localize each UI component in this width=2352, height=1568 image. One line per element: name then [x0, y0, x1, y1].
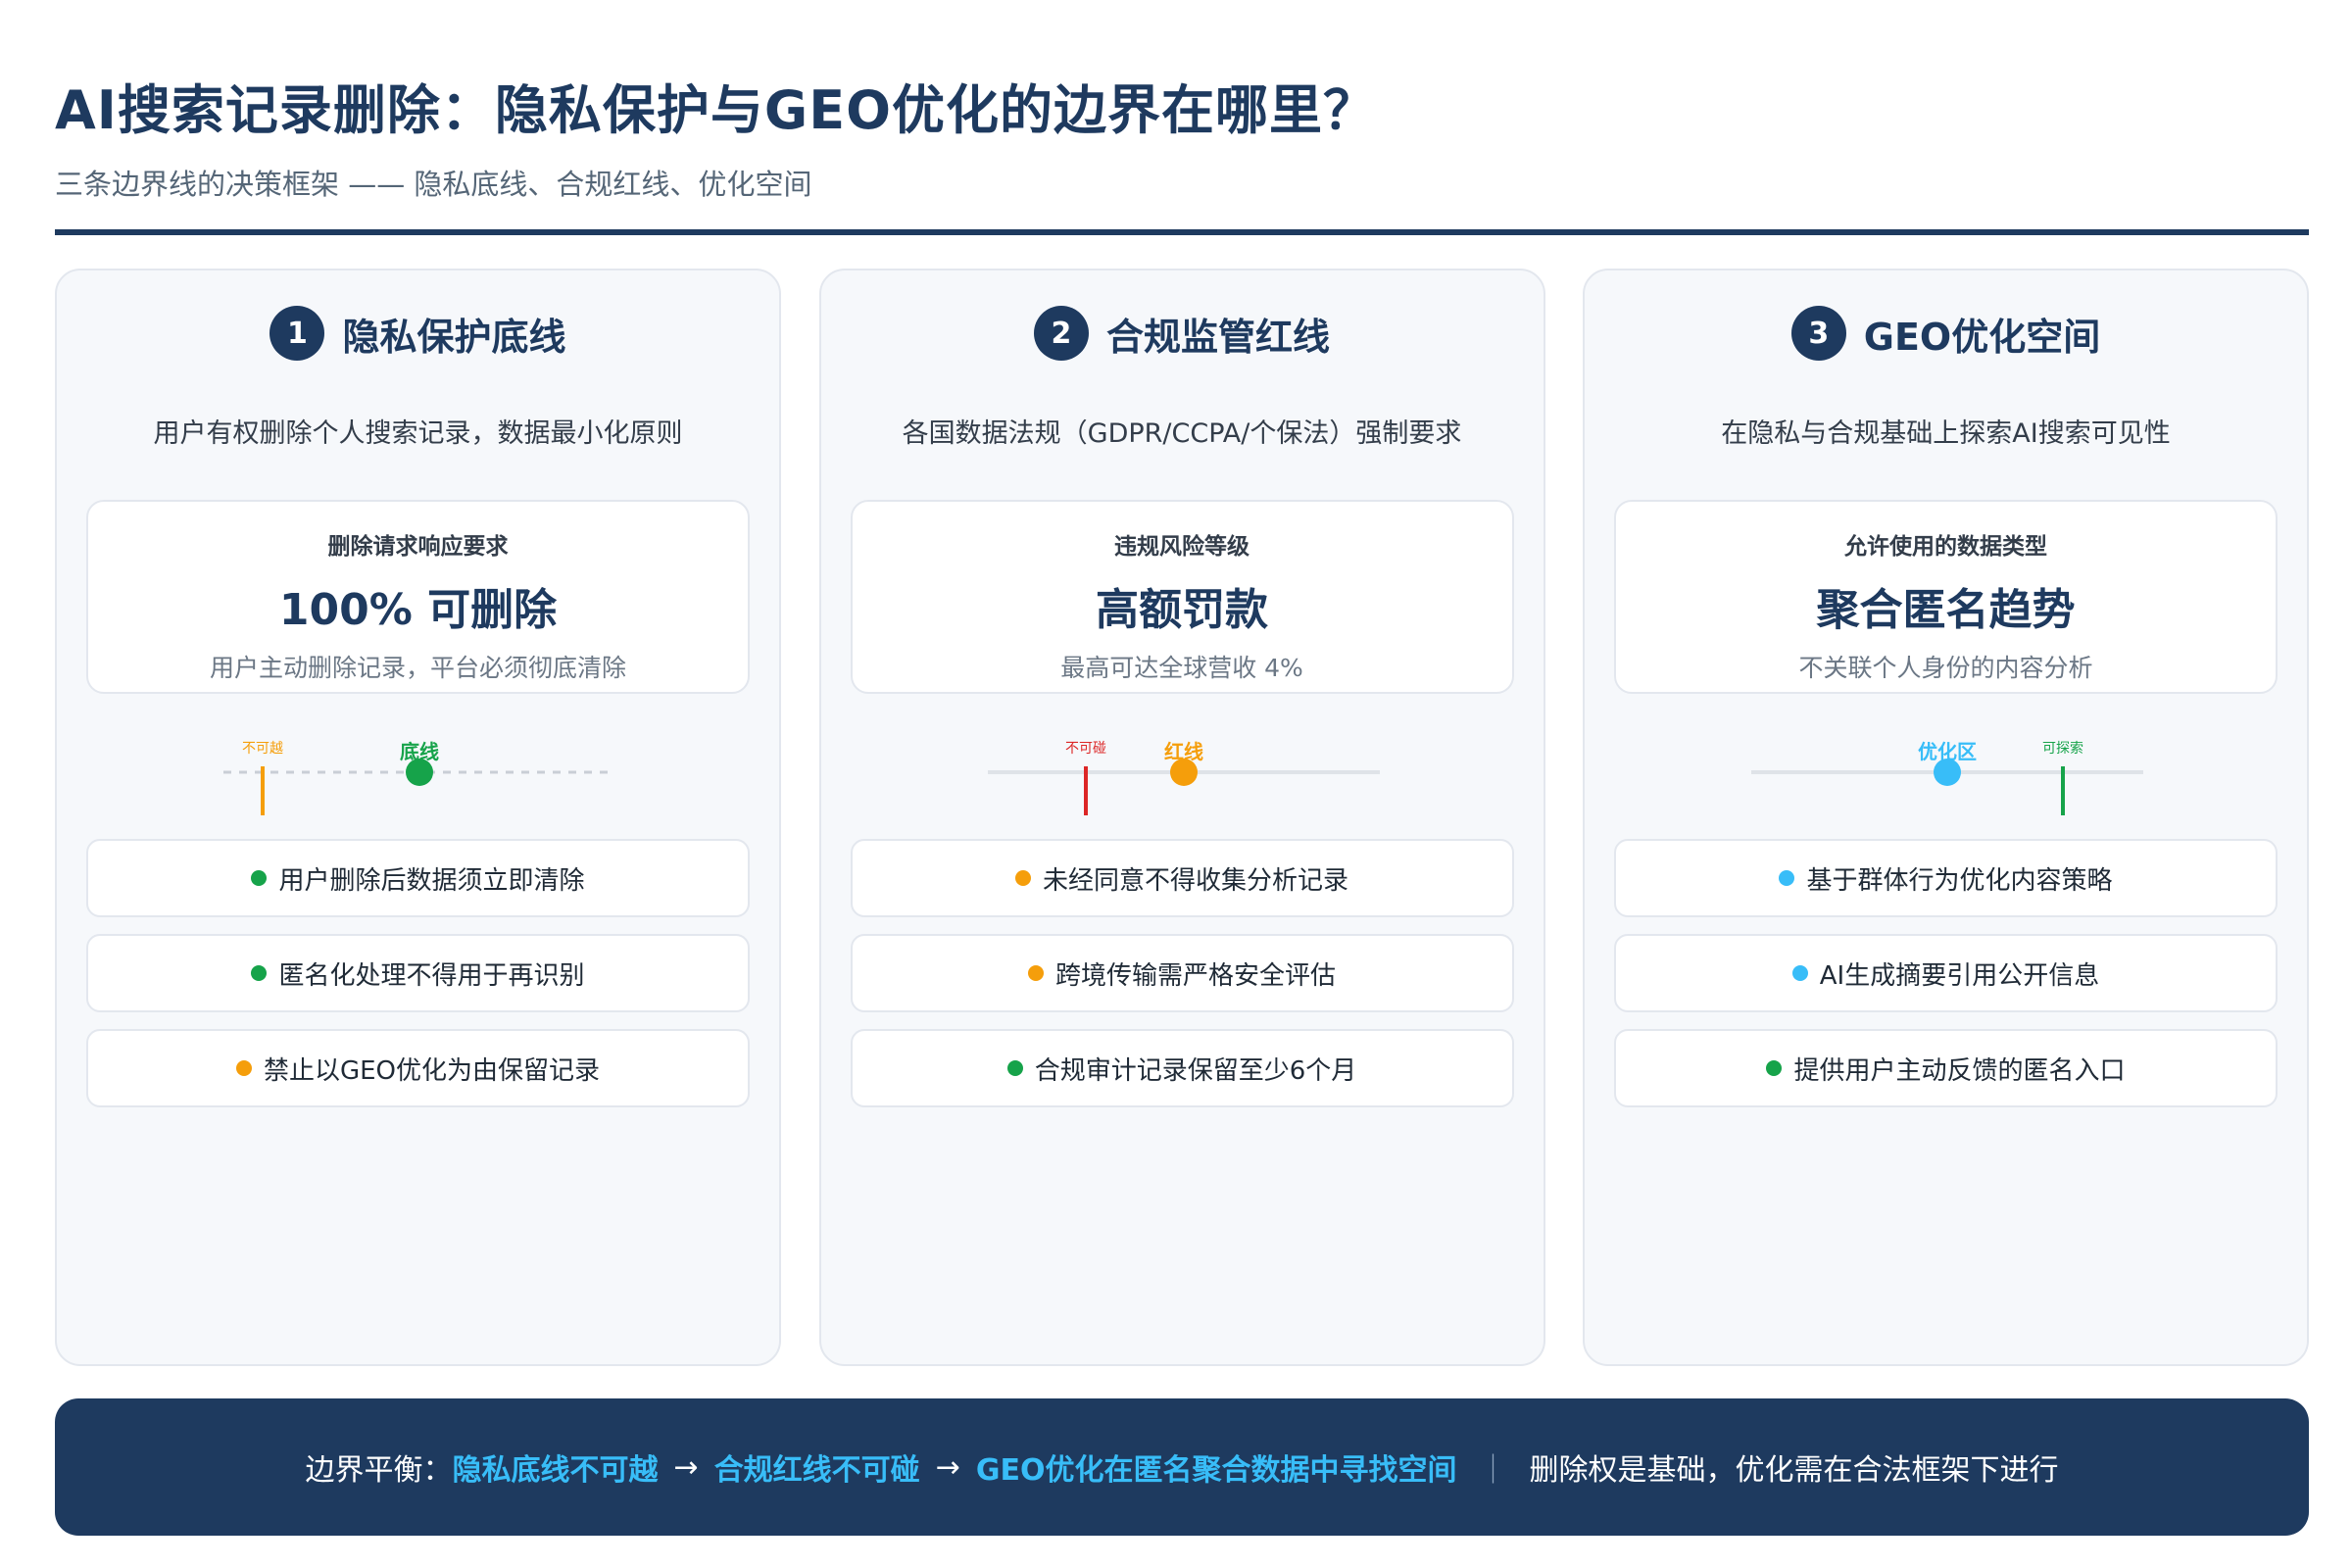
redline-marker-label: 红线	[1164, 740, 1203, 763]
metric-value: 聚合匿名趋势	[1816, 585, 2076, 635]
metric-value: 高额罚款	[1096, 585, 1268, 635]
rule-text: 提供用户主动反馈的匿名入口	[1793, 1055, 2126, 1086]
rule-item: 跨境传输需严格安全评估	[850, 934, 1514, 1012]
rule-list: 用户删除后数据须立即清除 匿名化处理不得用于再识别 禁止以GEO优化为由保留记录	[86, 839, 750, 1124]
metric-label: 删除请求响应要求	[327, 534, 509, 560]
rule-list: 基于群体行为优化内容策略 AI生成摘要引用公开信息 提供用户主动反馈的匿名入口	[1614, 839, 2278, 1124]
baseline-marker-label: 底线	[400, 740, 439, 763]
summary-step-privacy: 隐私底线不可越	[452, 1453, 659, 1488]
status-dot	[1791, 965, 1808, 981]
rule-text: 基于群体行为优化内容策略	[1806, 865, 2113, 896]
rule-text: AI生成摘要引用公开信息	[1819, 960, 2100, 991]
column-title: GEO优化空间	[1863, 315, 2101, 359]
rule-item: 匿名化处理不得用于再识别	[86, 934, 750, 1012]
summary-tail: 删除权是基础，优化需在合法框架下进行	[1529, 1453, 2059, 1488]
metric-card: 允许使用的数据类型 聚合匿名趋势 不关联个人身份的内容分析	[1614, 500, 2278, 694]
rule-item: 用户删除后数据须立即清除	[86, 839, 750, 917]
page-subtitle: 三条边界线的决策框架 —— 隐私底线、合规红线、优化空间	[55, 168, 812, 201]
column-privacy: 1 隐私保护底线 用户有权删除个人搜索记录，数据最小化原则 删除请求响应要求 1…	[55, 269, 781, 1366]
column-header: 2 合规监管红线	[821, 306, 1544, 361]
rule-item: 基于群体行为优化内容策略	[1614, 839, 2278, 917]
header: AI搜索记录删除：隐私保护与GEO优化的边界在哪里？ 三条边界线的决策框架 ——…	[55, 67, 2309, 203]
title-divider	[55, 229, 2309, 235]
metric-label: 允许使用的数据类型	[1844, 534, 2047, 560]
status-dot	[1027, 965, 1044, 981]
boundary-scale: 可探索 优化区	[1751, 740, 2143, 815]
summary-step-compliance: 合规红线不可碰	[713, 1453, 920, 1488]
column-description: 在隐私与合规基础上探索AI搜索可见性	[1721, 418, 2171, 449]
status-dot	[1766, 1060, 1783, 1076]
metric-card: 违规风险等级 高额罚款 最高可达全球营收 4%	[850, 500, 1514, 694]
rule-text: 禁止以GEO优化为由保留记录	[263, 1055, 601, 1086]
column-title: 合规监管红线	[1105, 315, 1330, 359]
column-compliance: 2 合规监管红线 各国数据法规（GDPR/CCPA/个保法）强制要求 违规风险等…	[818, 269, 1545, 1366]
boundary-scale: 不可碰 红线	[987, 740, 1380, 815]
status-dot	[1014, 870, 1031, 886]
status-dot	[251, 965, 268, 981]
number-badge: 3	[1790, 306, 1846, 361]
boundary-scale: 不可越 底线	[223, 740, 615, 815]
rule-item: AI生成摘要引用公开信息	[1614, 934, 2278, 1012]
column-description: 各国数据法规（GDPR/CCPA/个保法）强制要求	[902, 418, 1462, 449]
summary-lead: 边界平衡：	[305, 1453, 453, 1488]
rule-item: 合规审计记录保留至少6个月	[850, 1029, 1514, 1107]
rule-item: 禁止以GEO优化为由保留记录	[86, 1029, 750, 1107]
column-geo: 3 GEO优化空间 在隐私与合规基础上探索AI搜索可见性 允许使用的数据类型 聚…	[1583, 269, 2309, 1366]
rule-item: 未经同意不得收集分析记录	[850, 839, 1514, 917]
number-badge: 2	[1033, 306, 1089, 361]
rule-text: 跨境传输需严格安全评估	[1054, 960, 1336, 991]
status-dot	[1006, 1060, 1023, 1076]
column-header: 1 隐私保护底线	[57, 306, 779, 361]
column-header: 3 GEO优化空间	[1585, 306, 2307, 361]
metric-value: 100% 可删除	[278, 585, 558, 635]
rule-list: 未经同意不得收集分析记录 跨境传输需严格安全评估 合规审计记录保留至少6个月	[850, 839, 1514, 1124]
column-title: 隐私保护底线	[342, 315, 566, 359]
summary-separator: ｜	[1478, 1453, 1508, 1488]
metric-note: 最高可达全球营收 4%	[1060, 654, 1303, 682]
status-dot	[1779, 870, 1795, 886]
rule-item: 提供用户主动反馈的匿名入口	[1614, 1029, 2278, 1107]
arrow-right-icon: →	[673, 1449, 699, 1485]
rule-text: 用户删除后数据须立即清除	[278, 865, 585, 896]
summary-step-geo: GEO优化在匿名聚合数据中寻找空间	[975, 1453, 1457, 1488]
rule-text: 匿名化处理不得用于再识别	[278, 960, 585, 991]
rule-text: 合规审计记录保留至少6个月	[1034, 1055, 1357, 1086]
limit-tick-label: 不可越	[242, 741, 283, 757]
limit-tick-label: 不可碰	[1065, 741, 1106, 757]
number-badge: 1	[270, 306, 325, 361]
metric-note: 用户主动删除记录，平台必须彻底清除	[209, 654, 626, 682]
metric-card: 删除请求响应要求 100% 可删除 用户主动删除记录，平台必须彻底清除	[86, 500, 750, 694]
page-title: AI搜索记录删除：隐私保护与GEO优化的边界在哪里？	[55, 79, 1377, 141]
summary-banner: 边界平衡： 隐私底线不可越 → 合规红线不可碰 → GEO优化在匿名聚合数据中寻…	[55, 1398, 2309, 1536]
rule-text: 未经同意不得收集分析记录	[1042, 865, 1348, 896]
metric-label: 违规风险等级	[1114, 534, 1250, 560]
status-dot	[251, 870, 268, 886]
arrow-right-icon: →	[935, 1449, 960, 1485]
column-description: 用户有权删除个人搜索记录，数据最小化原则	[153, 418, 683, 449]
metric-note: 不关联个人身份的内容分析	[1798, 654, 2093, 682]
optimization-marker-label: 优化区	[1918, 740, 1977, 763]
explore-tick-label: 可探索	[2042, 740, 2083, 757]
status-dot	[235, 1060, 252, 1076]
columns: 1 隐私保护底线 用户有权删除个人搜索记录，数据最小化原则 删除请求响应要求 1…	[55, 269, 2309, 1366]
